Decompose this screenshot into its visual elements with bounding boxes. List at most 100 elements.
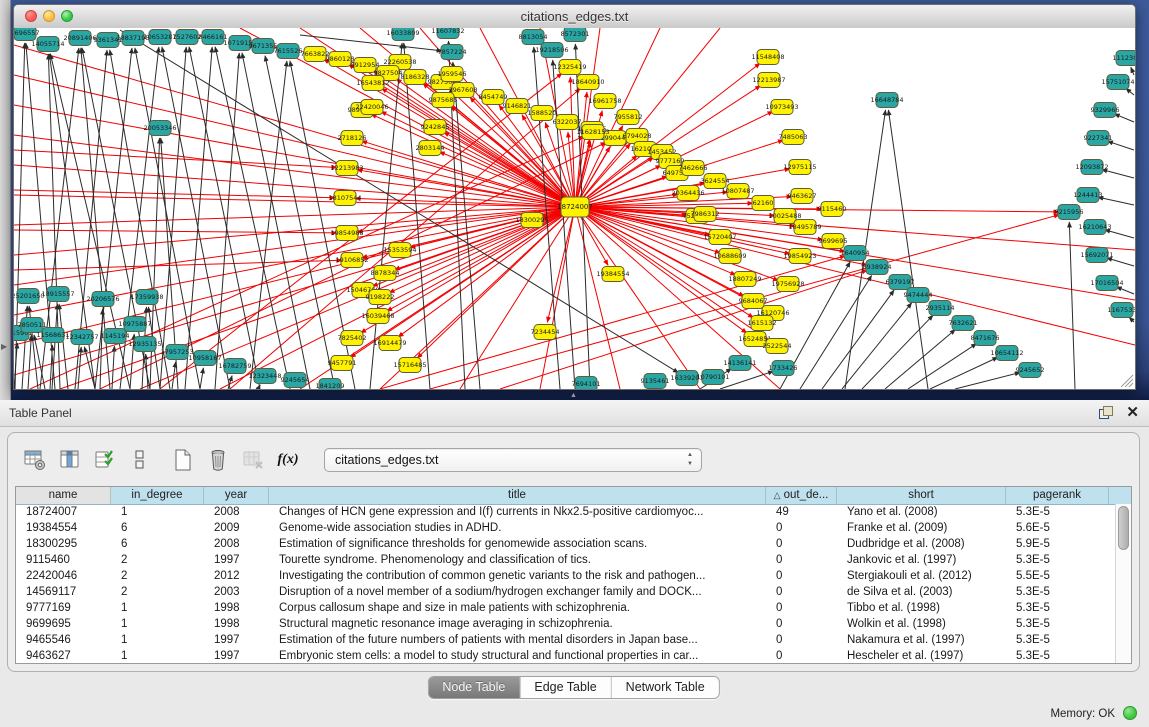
graph-node[interactable]: 16782759 [218, 359, 251, 374]
graph-node[interactable]: 16914479 [373, 336, 406, 351]
graph-node[interactable]: 9474444 [904, 288, 933, 303]
graph-node[interactable]: 62160 [752, 196, 774, 211]
graph-node[interactable]: 10807487 [721, 184, 754, 199]
graph-node[interactable]: 9463627 [788, 189, 817, 204]
graph-node[interactable]: 14136141 [723, 356, 756, 371]
graph-node[interactable]: 9242845 [421, 120, 450, 135]
graph-node[interactable]: 1167533 [1108, 303, 1135, 318]
column-visibility-icon[interactable] [92, 447, 118, 473]
graph-node[interactable]: 16033809 [386, 28, 419, 41]
table-settings-icon[interactable] [22, 447, 48, 473]
graph-node[interactable]: 1696557 [14, 28, 39, 41]
network-window[interactable]: citations_edges.txt 18724007169655714055… [13, 4, 1136, 390]
graph-node[interactable]: 16039468 [361, 309, 394, 324]
graph-node[interactable]: 1527602 [173, 30, 202, 45]
combo-stepper-icon[interactable]: ▲▼ [684, 451, 696, 469]
graph-node[interactable]: 9227341 [1084, 131, 1113, 146]
table-select[interactable]: citations_edges.txt ▲▼ [324, 448, 702, 472]
row-height-icon[interactable] [127, 447, 153, 473]
column-header-out_degree[interactable]: △out_de... [766, 487, 837, 504]
graph-node[interactable]: 7234454 [531, 325, 560, 340]
graph-node[interactable]: 7632621 [949, 316, 978, 331]
graph-node[interactable]: 15751074 [1101, 75, 1134, 90]
network-canvas[interactable]: 1872400716965571405571420891406936134118… [14, 28, 1135, 389]
graph-node[interactable]: 12975115 [783, 160, 816, 175]
graph-node[interactable]: 10790101 [696, 370, 729, 385]
tab-edge-table[interactable]: Edge Table [520, 677, 611, 698]
window-resize-grip[interactable] [1129, 383, 1133, 387]
create-table-icon[interactable] [170, 447, 196, 473]
graph-node[interactable]: 20206576 [86, 292, 119, 307]
column-header-short[interactable]: short [837, 487, 1006, 504]
graph-node[interactable]: 7462666 [679, 161, 708, 176]
panel-divider-handle[interactable]: ▲ [570, 392, 577, 399]
graph-node[interactable]: 19854923 [783, 249, 816, 264]
graph-node[interactable]: 9329966 [1091, 103, 1120, 118]
column-header-in_degree[interactable]: in_degree [111, 487, 204, 504]
graph-node[interactable]: 15716485 [393, 358, 426, 373]
left-panel-edge[interactable]: ▶ [0, 0, 11, 400]
graph-node[interactable]: 9457791 [328, 356, 357, 371]
graph-node[interactable]: 8878344 [371, 266, 400, 281]
tab-network-table[interactable]: Network Table [612, 677, 719, 698]
graph-node[interactable]: 8471676 [971, 331, 1000, 346]
network-window-titlebar[interactable]: citations_edges.txt [14, 5, 1135, 29]
graph-node[interactable]: 12342757 [65, 330, 98, 345]
table-row[interactable]: 1830029562008Estimation of significance … [16, 537, 1131, 553]
graph-node[interactable]: 16210643 [1078, 220, 1111, 235]
graph-node[interactable]: 7825402 [338, 331, 367, 346]
graph-node[interactable]: 7694101 [572, 377, 601, 390]
graph-node[interactable]: 1615132 [748, 316, 777, 331]
graph-node[interactable]: 11548408 [751, 50, 784, 65]
tab-node-table[interactable]: Node Table [428, 677, 520, 698]
graph-node[interactable]: 10688609 [713, 249, 746, 264]
table-row[interactable]: 1872400712008Changes of HCN gene express… [16, 505, 1131, 521]
graph-node[interactable]: 1841209 [316, 379, 345, 390]
graph-node[interactable]: 7857224 [438, 45, 467, 60]
column-header-pagerank[interactable]: pagerank [1006, 487, 1109, 504]
table-row[interactable]: 946362711997Embryonic stem cells: a mode… [16, 649, 1131, 664]
graph-node[interactable]: 9135461 [641, 374, 670, 389]
graph-node[interactable]: 2522544 [763, 339, 792, 354]
graph-node[interactable]: 9245652 [1016, 363, 1045, 378]
graph-node[interactable]: 12093872 [1075, 160, 1108, 175]
graph-node[interactable]: 25201650 [14, 289, 45, 304]
graph-node[interactable]: 2935114 [926, 301, 955, 316]
column-header-year[interactable]: year [204, 487, 269, 504]
graph-node[interactable]: 8572301 [561, 28, 590, 42]
graph-node[interactable]: 1959546 [438, 67, 467, 82]
delete-rows-icon[interactable] [205, 447, 231, 473]
table-row[interactable]: 969969511998Structural magnetic resonanc… [16, 617, 1131, 633]
graph-node[interactable]: 12213987 [752, 73, 785, 88]
graph-node[interactable]: 7955812 [614, 110, 643, 125]
table-row[interactable]: 1456911722003Disruption of a novel membe… [16, 585, 1131, 601]
table-row[interactable]: 1938455462009Genome-wide association stu… [16, 521, 1131, 537]
panel-collapse-arrow-icon[interactable]: ▶ [1, 342, 7, 351]
graph-node[interactable]: 16648784 [870, 93, 903, 108]
float-panel-icon[interactable] [1099, 406, 1113, 419]
graph-node[interactable]: 9198222 [366, 290, 395, 305]
window-resize-grip[interactable] [1125, 379, 1133, 387]
select-columns-icon[interactable] [57, 447, 83, 473]
graph-node[interactable]: 12323448 [248, 369, 281, 384]
table-row[interactable]: 911546021997Tourette syndrome. Phenomeno… [16, 553, 1131, 569]
graph-node[interactable]: 19756928 [771, 277, 804, 292]
graph-node[interactable]: 18107544 [328, 191, 361, 206]
column-header-title[interactable]: title [269, 487, 766, 504]
graph-node[interactable]: 1244413 [1074, 188, 1103, 203]
graph-node[interactable]: 12325419 [553, 60, 586, 75]
function-builder-icon[interactable]: f(x) [275, 447, 301, 473]
graph-node[interactable]: 19106852 [335, 253, 368, 268]
graph-node[interactable]: 9115460 [818, 202, 847, 217]
column-header-name[interactable]: name [16, 487, 111, 504]
graph-node[interactable]: 7485063 [779, 130, 808, 145]
table-row[interactable]: 977716911998Corpus callosum shape and si… [16, 601, 1131, 617]
table-vertical-scrollbar[interactable] [1115, 504, 1131, 663]
graph-node[interactable]: 15720407 [703, 230, 736, 245]
graph-node[interactable]: 9245654 [281, 373, 310, 388]
graph-node[interactable]: 1733426 [769, 361, 798, 376]
graph-node[interactable]: 7986312 [691, 207, 720, 222]
graph-node[interactable]: 15692071 [1080, 248, 1113, 263]
graph-node[interactable]: 15353594 [383, 243, 416, 258]
graph-node[interactable]: 16961758 [588, 94, 621, 109]
